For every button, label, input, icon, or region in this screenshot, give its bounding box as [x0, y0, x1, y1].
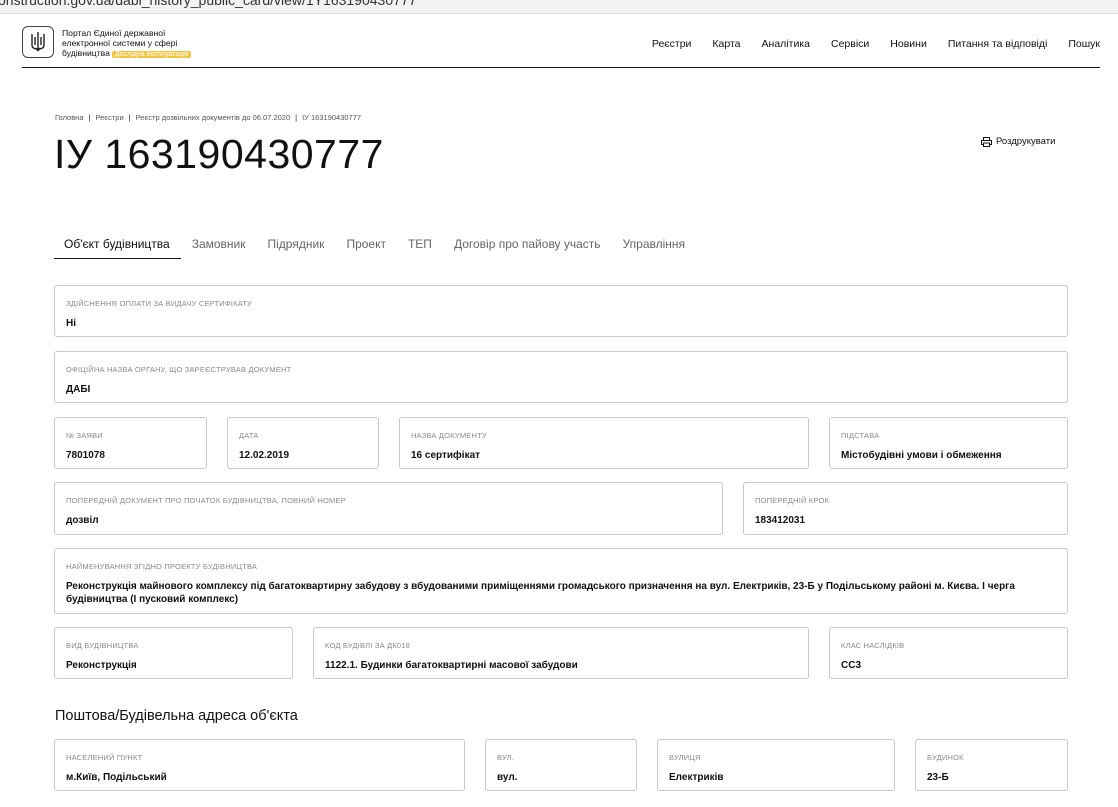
- printer-icon: [981, 136, 992, 147]
- field-settlement: Населений пункт м.Київ, Подільський: [54, 739, 465, 791]
- field-dk018-code: Код будівлі за ДК018 1122.1. Будинки баг…: [313, 627, 809, 679]
- field-value: Електриків: [669, 772, 724, 783]
- field-date: Дата 12.02.2019: [227, 417, 379, 469]
- field-basis: Підстава Містобудівні умови і обмеження: [829, 417, 1068, 469]
- field-value: 1122.1. Будинки багатоквартирні масової …: [325, 660, 578, 671]
- field-value: 23-Б: [927, 772, 949, 783]
- field-label: Вул.: [497, 753, 515, 762]
- nav-search[interactable]: Пошук: [1068, 38, 1100, 50]
- breadcrumb-separator: |: [128, 113, 131, 122]
- tab-tep[interactable]: ТЕП: [397, 228, 443, 259]
- field-label: Вид будівництва: [66, 641, 139, 650]
- field-label: Підстава: [841, 431, 880, 440]
- breadcrumb-home[interactable]: Головна: [55, 113, 84, 122]
- beta-badge: Дослідна експлуатація: [111, 51, 192, 58]
- brand-line-2: електронної системи у сфері: [62, 38, 178, 48]
- browser-url-bar[interactable]: onstruction.gov.ua/dabi_history_public_c…: [0, 0, 1118, 14]
- field-street-type: Вул. вул.: [485, 739, 637, 791]
- field-project-name: Найменування згідно проекту будівництва …: [54, 548, 1068, 614]
- tab-contractor[interactable]: Підрядник: [257, 228, 336, 259]
- field-house: Будинок 23-Б: [915, 739, 1068, 791]
- url-text: onstruction.gov.ua/dabi_history_public_c…: [0, 0, 417, 8]
- main-nav: Реєстри Карта Аналітика Сервіси Новини П…: [652, 38, 1100, 50]
- nav-map[interactable]: Карта: [712, 38, 740, 50]
- field-construction-type: Вид будівництва Реконструкція: [54, 627, 293, 679]
- site-header: Портал Єдиної державної електронної сист…: [22, 26, 1100, 68]
- field-value: Ні: [66, 318, 76, 329]
- field-label: Код будівлі за ДК018: [325, 641, 411, 650]
- field-value: 16 сертифікат: [411, 450, 481, 461]
- field-label: Найменування згідно проекту будівництва: [66, 562, 258, 571]
- breadcrumb-current: ІУ 163190430777: [302, 113, 362, 122]
- field-payment: Здійснення оплати за видачу сертифікату …: [54, 285, 1068, 337]
- field-value: ДАБІ: [66, 384, 91, 395]
- field-value: м.Київ, Подільський: [66, 772, 167, 783]
- card-tabs: Об'єкт будівництва Замовник Підрядник Пр…: [54, 228, 696, 259]
- nav-services[interactable]: Сервіси: [831, 38, 869, 50]
- field-label: Дата: [239, 431, 259, 440]
- field-value: вул.: [497, 772, 518, 783]
- field-label: Попередній документ про початок будівниц…: [66, 496, 346, 505]
- nav-news[interactable]: Новини: [890, 38, 927, 50]
- field-previous-step: Попередній крок 183412031: [743, 482, 1068, 535]
- nav-analytics[interactable]: Аналітика: [762, 38, 810, 50]
- field-value: Реконструкція майнового комплексу під ба…: [66, 581, 1015, 605]
- brand-line-1: Портал Єдиної державної: [62, 28, 166, 38]
- field-value: 7801078: [66, 450, 105, 461]
- field-document-name: Назва документу 16 сертифікат: [399, 417, 809, 469]
- field-previous-document: Попередній документ про початок будівниц…: [54, 482, 723, 535]
- field-value: 12.02.2019: [239, 450, 290, 461]
- print-label: Роздрукувати: [996, 136, 1056, 147]
- site-brand[interactable]: Портал Єдиної державної електронної сист…: [62, 28, 192, 60]
- field-consequence-class: Клас наслідків СС3: [829, 627, 1068, 679]
- field-label: Офіційна назва органу, що зареєстрував д…: [66, 365, 292, 374]
- field-value: СС3: [841, 660, 862, 671]
- field-label: Здійснення оплати за видачу сертифікату: [66, 299, 252, 308]
- field-street: Вулиця Електриків: [657, 739, 895, 791]
- field-value: Містобудівні умови і обмеження: [841, 450, 1002, 461]
- field-label: Клас наслідків: [841, 641, 905, 650]
- field-label: Населений пункт: [66, 753, 143, 762]
- print-button[interactable]: Роздрукувати: [981, 136, 1055, 147]
- tab-construction-object[interactable]: Об'єкт будівництва: [54, 228, 181, 259]
- tab-project[interactable]: Проект: [335, 228, 397, 259]
- field-label: Вулиця: [669, 753, 701, 762]
- breadcrumb-registries[interactable]: Реєстри: [95, 113, 123, 122]
- tab-customer[interactable]: Замовник: [181, 228, 257, 259]
- nav-registries[interactable]: Реєстри: [652, 38, 692, 50]
- address-section-title: Поштова/Будівельна адреса об'єкта: [55, 708, 298, 724]
- nav-faq[interactable]: Питання та відповіді: [948, 38, 1048, 50]
- breadcrumb-separator: |: [88, 113, 91, 122]
- tab-management[interactable]: Управління: [612, 228, 696, 259]
- field-label: Попередній крок: [755, 496, 830, 505]
- field-label: Будинок: [927, 753, 964, 762]
- breadcrumb-registry[interactable]: Реєстр дозвільних документів до 06.07.20…: [136, 113, 291, 122]
- field-label: Назва документу: [411, 431, 487, 440]
- page-title: ІУ 163190430777: [54, 131, 384, 177]
- field-value: дозвіл: [66, 515, 99, 526]
- field-authority: Офіційна назва органу, що зареєстрував д…: [54, 351, 1068, 403]
- field-value: Реконструкція: [66, 660, 137, 671]
- trident-logo-icon[interactable]: [22, 26, 54, 58]
- field-value: 183412031: [755, 515, 806, 526]
- tab-share-agreement[interactable]: Договір про пайову участь: [443, 228, 612, 259]
- breadcrumb-separator: |: [295, 113, 298, 122]
- brand-line-3: будівництва: [62, 48, 110, 58]
- field-label: № заяви: [66, 431, 103, 440]
- breadcrumb: Головна | Реєстри | Реєстр дозвільних до…: [55, 113, 361, 122]
- field-application-number: № заяви 7801078: [54, 417, 207, 469]
